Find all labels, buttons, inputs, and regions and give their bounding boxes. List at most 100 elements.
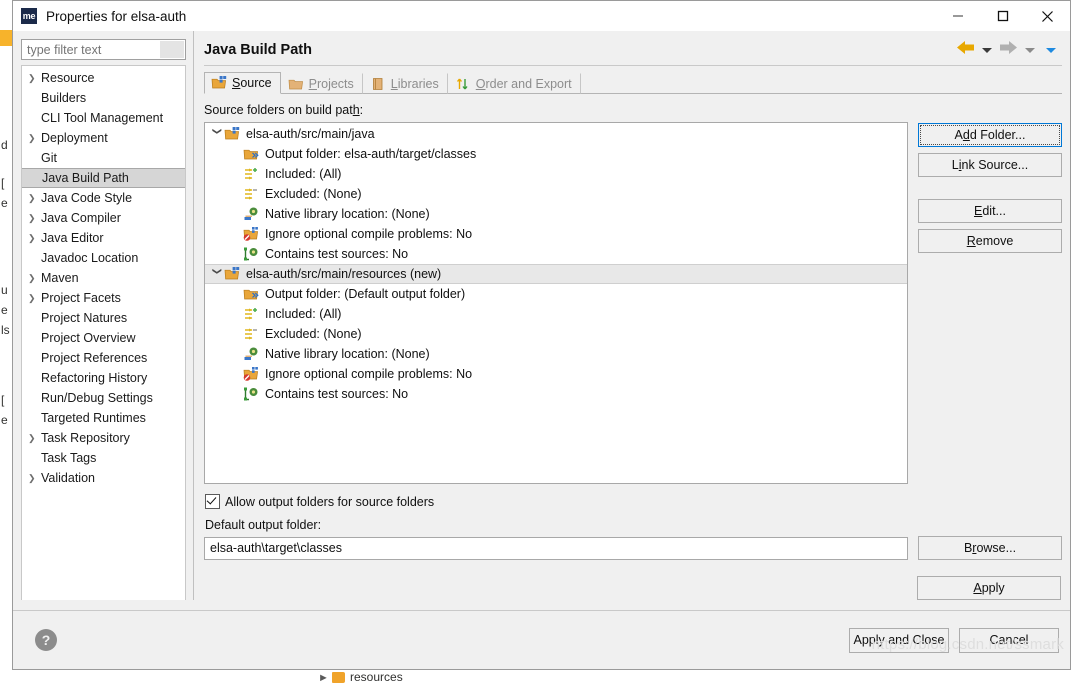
- apply-button[interactable]: Apply: [917, 576, 1061, 600]
- add-folder-button[interactable]: Add Folder...: [918, 123, 1062, 147]
- tree-row-source-folder[interactable]: ❯ elsa-auth/src/main/resources (new): [205, 264, 907, 284]
- chevron-right-icon[interactable]: ❯: [28, 73, 41, 83]
- close-button[interactable]: [1025, 1, 1070, 31]
- chevron-right-icon[interactable]: ❯: [28, 293, 41, 303]
- tree-row-attribute[interactable]: Contains test sources: No: [205, 244, 907, 264]
- cancel-button[interactable]: Cancel: [959, 627, 1059, 653]
- tree-row-attribute[interactable]: Included: (All): [205, 164, 907, 184]
- sidebar-item-label: Builders: [41, 91, 87, 105]
- sidebar-item-project-overview[interactable]: Project Overview: [22, 328, 185, 348]
- chevron-right-icon[interactable]: ❯: [28, 133, 41, 143]
- chevron-right-icon[interactable]: ❯: [28, 433, 41, 443]
- tab-label: Source: [232, 76, 272, 90]
- chevron-right-icon[interactable]: ❯: [28, 473, 41, 483]
- tab-label-rest: rder and Export: [485, 76, 572, 91]
- chevron-right-icon[interactable]: ❯: [28, 213, 41, 223]
- button-label-pre: L: [951, 158, 959, 172]
- help-icon[interactable]: ?: [35, 629, 57, 651]
- order-arrows-icon: [455, 76, 471, 92]
- sidebar-item-java-compiler[interactable]: ❯ Java Compiler: [22, 208, 185, 228]
- sidebar-item-label: Java Editor: [41, 231, 104, 245]
- sidebar-item-validation[interactable]: ❯ Validation: [22, 468, 185, 488]
- chevron-down-icon[interactable]: ❯: [212, 267, 223, 281]
- tree-row-attribute[interactable]: Included: (All): [205, 304, 907, 324]
- sidebar-item-run-debug-settings[interactable]: Run/Debug Settings: [22, 388, 185, 408]
- tab-source[interactable]: Source: [204, 72, 281, 94]
- source-folders-label-text: Source folders on build pat: [204, 103, 353, 117]
- sidebar-item-project-facets[interactable]: ❯ Project Facets: [22, 288, 185, 308]
- allow-output-folders-row[interactable]: Allow output folders for source folders: [205, 494, 1062, 509]
- search-input[interactable]: [27, 42, 155, 57]
- maximize-button[interactable]: [980, 1, 1025, 31]
- sidebar-item-javadoc-location[interactable]: Javadoc Location: [22, 248, 185, 268]
- button-label-post: emove: [975, 234, 1014, 248]
- sidebar-item-git[interactable]: Git: [22, 148, 185, 168]
- background-app-icon: [0, 30, 12, 46]
- tree-row-attribute[interactable]: Output folder: elsa-auth/target/classes: [205, 144, 907, 164]
- filter-box[interactable]: [21, 39, 186, 60]
- apply-and-close-button[interactable]: Apply and Close: [849, 627, 949, 653]
- included-filter-icon: [243, 166, 259, 182]
- sidebar-item-java-build-path[interactable]: Java Build Path: [22, 168, 185, 188]
- sidebar-item-label: Java Code Style: [41, 191, 133, 205]
- sidebar-item-label: Task Repository: [41, 431, 130, 445]
- sidebar-item-label: Deployment: [41, 131, 108, 145]
- settings-tree[interactable]: ❯ Resource Builders CLI Tool Management ❯ Dep…: [21, 65, 186, 600]
- sidebar-item-java-code-style[interactable]: ❯ Java Code Style: [22, 188, 185, 208]
- edit-button[interactable]: Edit...: [918, 199, 1062, 223]
- view-menu-caret-icon[interactable]: [1046, 47, 1056, 53]
- tab-projects[interactable]: Projects: [281, 73, 363, 94]
- tree-row-label: Excluded: (None): [265, 187, 362, 201]
- chevron-right-icon[interactable]: ❯: [28, 233, 41, 243]
- minimize-button[interactable]: [935, 1, 980, 31]
- back-dropdown-caret-icon[interactable]: [982, 47, 992, 53]
- sidebar-item-task-tags[interactable]: Task Tags: [22, 448, 185, 468]
- page-title: Java Build Path: [204, 42, 312, 58]
- sidebar-item-resource[interactable]: ❯ Resource: [22, 68, 185, 88]
- sidebar-item-maven[interactable]: ❯ Maven: [22, 268, 185, 288]
- sidebar-item-project-references[interactable]: Project References: [22, 348, 185, 368]
- dialog-footer: ? Apply and Close Cancel https://blog.cs…: [13, 611, 1070, 669]
- sidebar-item-project-natures[interactable]: Project Natures: [22, 308, 185, 328]
- browse-button[interactable]: Br owse...: [918, 536, 1062, 560]
- button-label-post: dit...: [982, 204, 1006, 218]
- tab-label: Order and Export: [476, 77, 572, 91]
- source-folders-tree[interactable]: ❯ elsa-auth/src/main/java Output folder: e…: [204, 122, 908, 484]
- tree-row-attribute[interactable]: Excluded: (None): [205, 184, 907, 204]
- tree-row-attribute[interactable]: Ignore optional compile problems: No: [205, 364, 907, 384]
- source-tab-content: Source folders on build path: ❯ elsa-auth…: [194, 94, 1070, 600]
- tree-row-attribute[interactable]: Native library location: (None): [205, 344, 907, 364]
- sidebar-item-task-repository[interactable]: ❯ Task Repository: [22, 428, 185, 448]
- allow-output-folders-checkbox[interactable]: [205, 494, 220, 509]
- tree-row-attribute[interactable]: Ignore optional compile problems: No: [205, 224, 907, 244]
- clear-filter-button[interactable]: [160, 41, 184, 58]
- sidebar-item-java-editor[interactable]: ❯ Java Editor: [22, 228, 185, 248]
- tree-row-attribute[interactable]: Excluded: (None): [205, 324, 907, 344]
- chevron-down-icon[interactable]: ❯: [212, 127, 223, 141]
- tab-libraries[interactable]: Libraries: [363, 73, 448, 94]
- allow-output-folders-label: Allow output folders for source folders: [225, 494, 435, 509]
- tree-row-attribute[interactable]: Native library location: (None): [205, 204, 907, 224]
- source-folder-icon: [224, 126, 240, 142]
- sidebar-item-targeted-runtimes[interactable]: Targeted Runtimes: [22, 408, 185, 428]
- tree-row-attribute[interactable]: Contains test sources: No: [205, 384, 907, 404]
- tree-row-label: elsa-auth/src/main/java: [246, 127, 375, 141]
- tree-row-source-folder[interactable]: ❯ elsa-auth/src/main/java: [205, 124, 907, 144]
- background-fragment: e: [1, 413, 8, 427]
- back-arrow-icon[interactable]: [956, 40, 975, 60]
- default-output-folder-input[interactable]: elsa-auth\target\classes: [204, 536, 908, 560]
- source-folders-label-colon: :: [359, 103, 364, 117]
- remove-button[interactable]: Remove: [918, 229, 1062, 253]
- sidebar-item-refactoring-history[interactable]: Refactoring History: [22, 368, 185, 388]
- tab-label-rest: ibraries: [397, 76, 439, 91]
- link-source-button[interactable]: Li nk Source...: [918, 153, 1062, 177]
- tree-row-attribute[interactable]: Output folder: (Default output folder): [205, 284, 907, 304]
- tab-order-and-export[interactable]: Order and Export: [448, 73, 581, 94]
- sidebar-item-cli-tool-management[interactable]: CLI Tool Management: [22, 108, 185, 128]
- dialog-body: ❯ResourceBuildersCLI Tool Management❯Dep…: [13, 31, 1070, 600]
- chevron-right-icon: ►: [318, 672, 329, 684]
- chevron-right-icon[interactable]: ❯: [28, 193, 41, 203]
- sidebar-item-deployment[interactable]: ❯ Deployment: [22, 128, 185, 148]
- sidebar-item-builders[interactable]: Builders: [22, 88, 185, 108]
- chevron-right-icon[interactable]: ❯: [28, 273, 41, 283]
